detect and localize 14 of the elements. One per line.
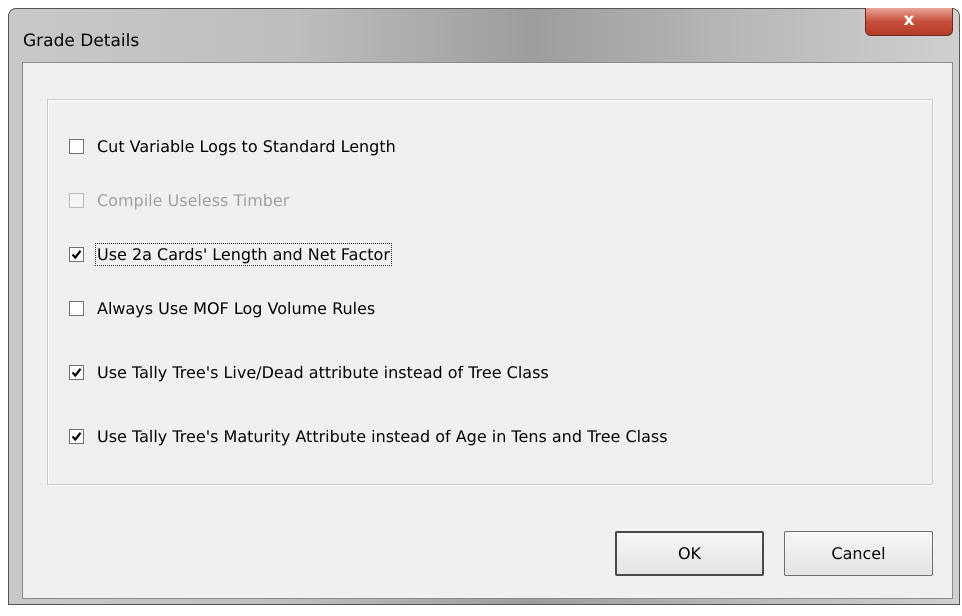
checkbox[interactable] [69, 300, 84, 316]
ok-button[interactable]: OK [615, 531, 764, 576]
checkbox-label[interactable]: Cut Variable Logs to Standard Length [95, 134, 398, 158]
checkbox-label[interactable]: Use Tally Tree's Live/Dead attribute instead of Tree Class [95, 360, 551, 384]
window-title: Grade Details [23, 31, 140, 51]
checkbox[interactable] [69, 364, 84, 380]
checkbox[interactable] [69, 246, 84, 262]
checkbox-label[interactable]: Use 2a Cards' Length and Net Factor [95, 242, 392, 266]
checkbox-label[interactable]: Use Tally Tree's Maturity Attribute instead of Age in Tens and Tree Class [95, 424, 670, 448]
checkbox[interactable] [69, 428, 84, 444]
checkbox-label[interactable]: Always Use MOF Log Volume Rules [95, 296, 378, 320]
checkbox[interactable] [69, 138, 84, 154]
close-button[interactable]: x [865, 8, 953, 36]
cancel-button[interactable]: Cancel [784, 531, 933, 576]
